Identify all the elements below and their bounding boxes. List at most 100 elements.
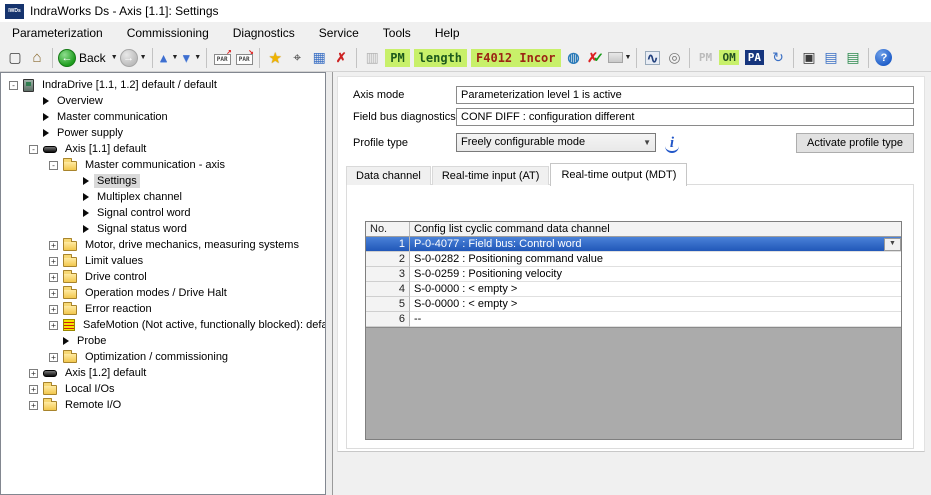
tree-expand-toggle[interactable]: - [29,145,38,154]
network-scan-icon[interactable]: ▤ [820,46,842,70]
network-refresh-icon[interactable]: ▤ [842,46,864,70]
row-value-text: S-0-0000 : < empty > [414,282,517,296]
tree-item[interactable]: +Remote I/O [29,397,124,413]
tree-item[interactable]: -Axis [1.1] default [29,141,149,157]
watch-icon[interactable]: ◎ [663,46,685,70]
table-row[interactable]: 1P-0-4077 : Field bus: Control word▼ [366,237,901,252]
tree-item[interactable]: +Limit values [49,253,146,269]
tree-expand-toggle[interactable]: - [9,81,18,90]
tree-item[interactable]: Master communication [29,109,171,125]
tree-expand-toggle[interactable]: + [49,273,58,282]
tree-item[interactable]: +Local I/Os [29,381,118,397]
easy-startup-icon[interactable]: ↻ [767,46,789,70]
om-mode-button[interactable]: OM [716,46,741,70]
load-parameters-icon: PAR↗ [214,54,231,65]
tree-item[interactable]: -IndraDrive [1.1, 1.2] default / default [9,77,220,93]
tree-item[interactable]: Signal status word [69,221,190,237]
status-length-badge[interactable]: length [412,46,469,70]
tree-item[interactable]: Probe [49,333,109,349]
profile-type-select[interactable]: Freely configurable mode ▼ [456,133,656,152]
monitor-dropdown-icon[interactable]: ▼ [607,46,633,70]
help-button[interactable]: ? [873,46,895,70]
menu-item-parameterization[interactable]: Parameterization [0,24,115,42]
favorites-star-icon[interactable]: ★ [264,46,286,70]
home-icon[interactable]: ⌂ [26,46,48,70]
tree-item[interactable]: +Axis [1.2] default [29,365,149,381]
oscilloscope-icon[interactable]: ∿ [641,46,663,70]
device-offline-icon[interactable]: ▥ [361,46,383,70]
back-button[interactable]: ←Back▼ [57,46,119,70]
row-combo-button[interactable]: ▼ [884,238,901,251]
axis-mode-field[interactable]: Parameterization level 1 is active [456,86,914,104]
menu-item-service[interactable]: Service [307,24,371,42]
tree-expand-toggle[interactable]: + [29,401,38,410]
menu-item-help[interactable]: Help [423,24,472,42]
tree-expand-toggle[interactable]: + [49,257,58,266]
column-header-no: No. [366,222,410,237]
tree-expand-toggle[interactable]: + [49,241,58,250]
tree-expand-toggle[interactable]: + [49,321,58,330]
chevron-down-icon: ▼ [194,54,201,61]
pa-mode-button[interactable]: PA [742,46,767,70]
folder-icon [63,161,77,171]
previous-dialog-button[interactable]: ▲▼ [157,46,180,70]
connect-icon[interactable]: ◍ [563,46,585,70]
tree-item[interactable]: +Drive control [49,269,150,285]
favorites-search-icon[interactable]: ⌖ [286,46,308,70]
tree-item[interactable]: -Master communication - axis [49,157,228,173]
table-row[interactable]: 3S-0-0259 : Positioning velocity [366,267,901,282]
favorites-window-icon[interactable]: ▦ [308,46,330,70]
table-empty-area [366,327,901,439]
next-dialog-button[interactable]: ▼▼ [179,46,202,70]
pm-mode-button[interactable]: PM [694,46,716,70]
load-parameters-icon[interactable]: PAR↗ [211,46,233,70]
status-pm-badge[interactable]: PM [383,46,411,70]
table-row[interactable]: 6-- [366,312,901,327]
tree-item[interactable]: + Error reaction [49,301,155,317]
menu-item-diagnostics[interactable]: Diagnostics [221,24,307,42]
table-row[interactable]: 4S-0-0000 : < empty > [366,282,901,297]
tab-real-time-output-mdt-[interactable]: Real-time output (MDT) [550,163,687,186]
tab-data-channel[interactable]: Data channel [346,166,431,185]
tree-item[interactable]: +Motor, drive mechanics, measuring syste… [49,237,302,253]
chevron-down-icon: ▼ [625,54,632,61]
tree-expand-toggle[interactable]: + [29,369,38,378]
activate-profile-type-button[interactable]: Activate profile type [796,133,914,153]
info-icon[interactable]: i [665,135,679,153]
profile-type-label: Profile type [353,137,408,149]
project-tree: -IndraDrive [1.1, 1.2] default / default… [0,72,326,495]
tree-expand-toggle[interactable]: + [29,385,38,394]
tree-item[interactable]: +Optimization / commissioning [49,349,231,365]
toolbar-separator [152,48,153,68]
tree-item[interactable]: +Operation modes / Drive Halt [49,285,230,301]
tree-item-label: Error reaction [82,302,155,316]
tree-expand-toggle[interactable]: + [49,289,58,298]
tree-expand-toggle[interactable]: + [49,305,58,314]
clear-error-icon[interactable]: ✗✓ [585,46,607,70]
table-row[interactable]: 2S-0-0282 : Positioning command value [366,252,901,267]
tree-item[interactable]: +SafeMotion (Not active, functionally bl… [49,317,326,333]
forward-arrow-icon: → [120,49,138,67]
chevron-down-icon: ▼ [889,237,896,251]
arrow-icon [43,113,49,121]
tree-item[interactable]: Settings [69,173,140,189]
table-row[interactable]: 5S-0-0000 : < empty > [366,297,901,312]
field-bus-diagnostics-field[interactable]: CONF DIFF : configuration different [456,108,914,126]
tree-item[interactable]: Power supply [29,125,126,141]
tree-expand-toggle[interactable]: + [49,353,58,362]
new-window-icon[interactable]: ▢ [4,46,26,70]
save-parameters-icon[interactable]: PAR↘ [233,46,255,70]
menu-item-tools[interactable]: Tools [371,24,423,42]
axis-mode-label: Axis mode [353,89,404,101]
forward-button[interactable]: →▼ [119,46,148,70]
tree-item[interactable]: Signal control word [69,205,194,221]
menu-item-commissioning[interactable]: Commissioning [115,24,221,42]
favorites-delete-icon[interactable]: ✗ [330,46,352,70]
tab-real-time-input-at-[interactable]: Real-time input (AT) [432,166,550,185]
tree-item[interactable]: Multiplex channel [69,189,185,205]
tree-expand-toggle[interactable]: - [49,161,58,170]
tree-item[interactable]: Overview [29,93,106,109]
panel-splitter[interactable] [326,72,333,495]
network-icon[interactable]: ▣ [798,46,820,70]
status-fault-badge[interactable]: F4012 Incor [469,46,562,70]
